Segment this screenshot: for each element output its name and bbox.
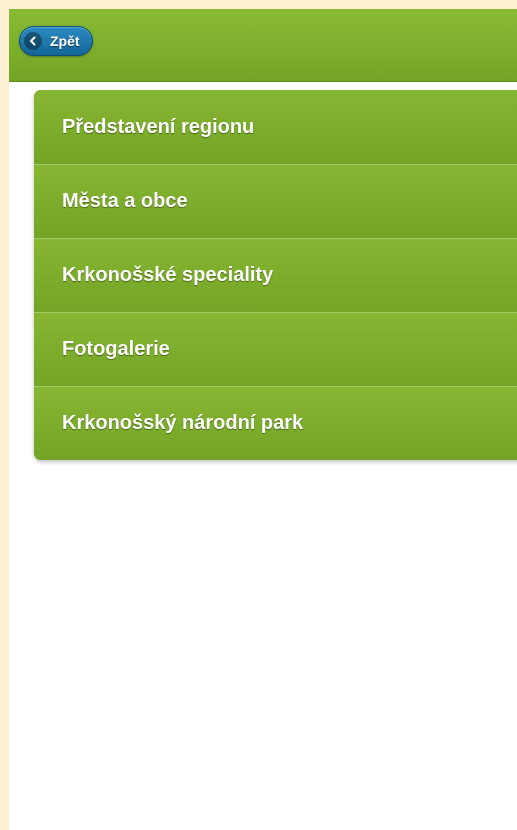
- menu-item-fotogalerie[interactable]: Fotogalerie: [34, 312, 517, 386]
- header-bar: Zpět: [9, 9, 517, 82]
- menu-item-krkonossky-narodni-park[interactable]: Krkonošský národní park: [34, 386, 517, 460]
- menu-item-krkonosske-speciality[interactable]: Krkonošské speciality: [34, 238, 517, 312]
- back-button-label: Zpět: [50, 33, 80, 49]
- menu-item-label: Představení regionu: [62, 115, 255, 138]
- menu-item-predstaveni-regionu[interactable]: Představení regionu: [34, 90, 517, 164]
- menu-item-label: Krkonošské speciality: [62, 264, 274, 286]
- back-button[interactable]: Zpět: [19, 26, 93, 56]
- menu-item-mesta-a-obce[interactable]: Města a obce: [34, 164, 517, 238]
- navigation-menu: Představení regionu Města a obce Krkonoš…: [34, 90, 517, 460]
- menu-item-label: Fotogalerie: [62, 338, 170, 360]
- menu-item-label: Města a obce: [62, 190, 188, 212]
- menu-item-label: Krkonošský národní park: [62, 412, 304, 434]
- page: Zpět Představení regionu Města a obce Kr…: [9, 9, 517, 830]
- chevron-left-icon: [24, 32, 42, 50]
